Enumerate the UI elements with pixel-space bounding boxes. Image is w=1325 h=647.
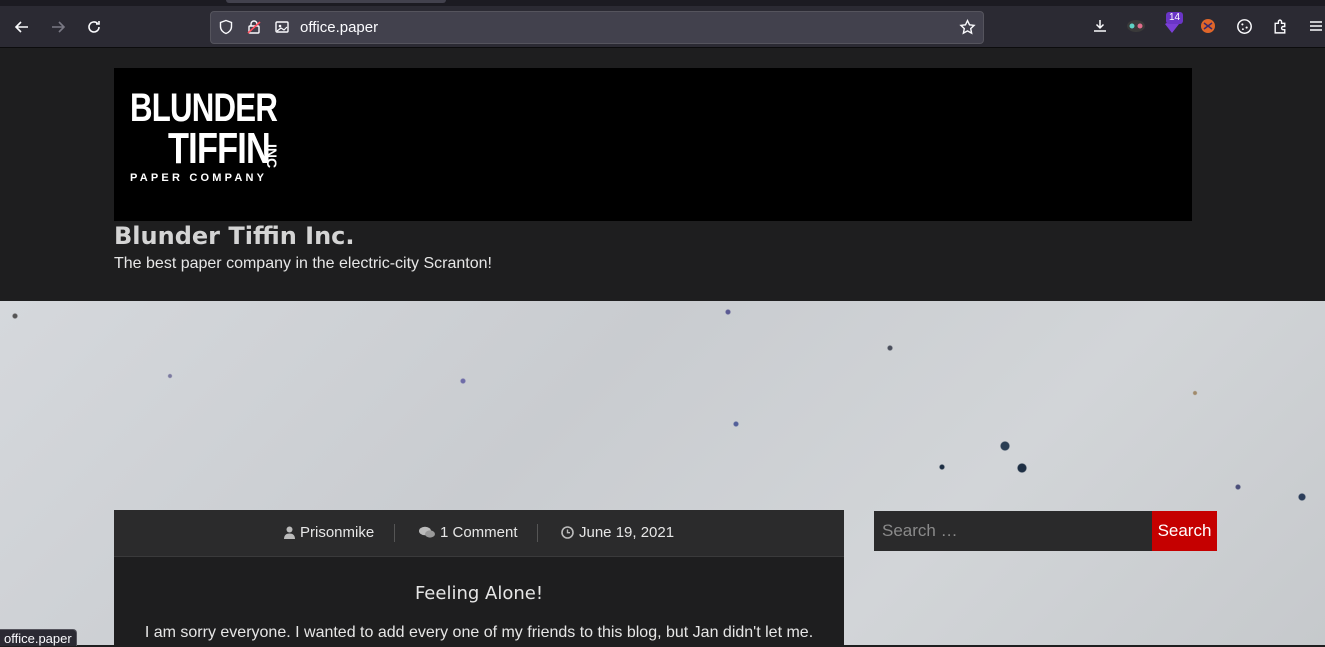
mask-extension-icon[interactable] [1124, 14, 1148, 38]
meta-divider [537, 524, 538, 542]
menu-hamburger-icon[interactable] [1304, 14, 1325, 38]
url-text[interactable]: office.paper [300, 19, 378, 36]
company-logo[interactable]: BLUNDER TIFFIN INC PAPER COMPANY [130, 86, 310, 186]
logo-line2: TIFFIN [168, 124, 271, 173]
bookmark-star-icon[interactable] [958, 18, 976, 36]
site-description: The best paper company in the electric-c… [114, 255, 492, 272]
browser-toolbar: office.paper 14 [0, 0, 1325, 48]
search-input[interactable] [874, 511, 1152, 551]
site-header: BLUNDER TIFFIN INC PAPER COMPANY Blunder… [0, 48, 1325, 301]
user-icon [284, 526, 295, 539]
clock-icon [561, 526, 574, 539]
extensions-puzzle-icon[interactable] [1268, 14, 1292, 38]
active-tab[interactable] [226, 0, 446, 3]
address-bar[interactable]: office.paper [210, 11, 984, 44]
post-date[interactable]: June 19, 2021 [561, 524, 674, 541]
orange-extension-icon[interactable] [1196, 14, 1220, 38]
page-image-icon[interactable] [273, 18, 291, 36]
insecure-lock-icon[interactable] [245, 18, 263, 36]
post-author[interactable]: Prisonmike [284, 524, 374, 541]
author-name[interactable]: Prisonmike [300, 524, 374, 541]
site-title[interactable]: Blunder Tiffin Inc. [114, 222, 355, 250]
header-banner: BLUNDER TIFFIN INC PAPER COMPANY [114, 68, 1192, 221]
comments-count[interactable]: 1 Comment [440, 524, 518, 541]
cookie-icon[interactable] [1232, 14, 1256, 38]
shield-icon[interactable] [217, 18, 235, 36]
status-bar-link: office.paper [0, 629, 77, 646]
logo-inc: INC [264, 144, 280, 169]
blog-post: Prisonmike 1 Comment June 19, 2021 Feeli… [114, 510, 844, 645]
search-button[interactable]: Search [1152, 511, 1217, 551]
post-comments[interactable]: 1 Comment [419, 524, 518, 541]
tab-strip [0, 0, 1325, 6]
reload-icon[interactable] [81, 14, 107, 40]
post-meta: Prisonmike 1 Comment June 19, 2021 [114, 510, 844, 557]
downloads-icon[interactable] [1088, 14, 1112, 38]
back-icon[interactable] [9, 14, 35, 40]
logo-tagline: PAPER COMPANY [130, 172, 268, 184]
extension-badge: 14 [1166, 12, 1184, 24]
date-text[interactable]: June 19, 2021 [579, 524, 674, 541]
post-title[interactable]: Feeling Alone! [114, 583, 844, 604]
post-excerpt: I am sorry everyone. I wanted to add eve… [144, 624, 814, 641]
comments-icon [419, 526, 435, 538]
forward-icon[interactable] [45, 14, 71, 40]
meta-divider [394, 524, 395, 542]
